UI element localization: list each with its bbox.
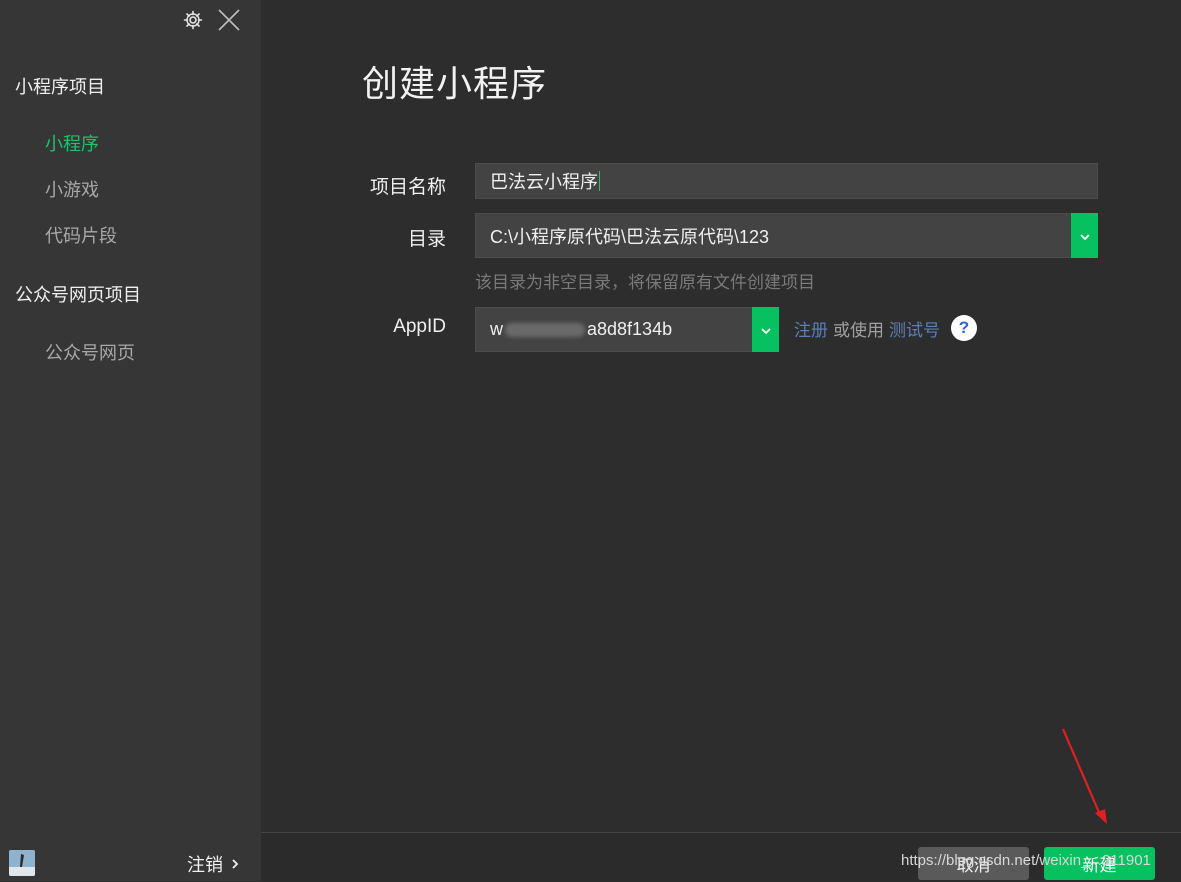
bottom-action-bar: 取消 新建 https://blog.csdn.net/weixin_...21… (261, 832, 1181, 882)
sidebar: 小程序项目 小程序 小游戏 代码片段 公众号网页项目 公众号网页 注销 (0, 0, 261, 881)
directory-select[interactable]: C:\小程序原代码\巴法云原代码\123 (475, 213, 1098, 258)
create-button[interactable]: 新建 (1044, 847, 1155, 880)
avatar[interactable] (9, 850, 35, 876)
logout-button[interactable]: 注销 (187, 851, 239, 877)
help-icon[interactable]: ? (951, 315, 977, 341)
chevron-down-icon (1079, 225, 1091, 246)
directory-value: C:\小程序原代码\巴法云原代码\123 (490, 226, 770, 247)
test-account-link[interactable]: 测试号 (889, 316, 940, 341)
chevron-right-icon (231, 854, 239, 875)
sidebar-item-code-snippet[interactable]: 代码片段 (45, 222, 117, 248)
or-use-text: 或使用 (833, 320, 884, 340)
sidebar-item-minigame[interactable]: 小游戏 (45, 176, 99, 202)
project-name-field[interactable]: 巴法云小程序 (475, 163, 1098, 199)
appid-label: AppID (393, 316, 446, 337)
sidebar-section-official-account: 公众号网页项目 (15, 285, 141, 305)
directory-dropdown-button[interactable] (1071, 213, 1098, 258)
sidebar-item-official-web[interactable]: 公众号网页 (45, 339, 135, 365)
appid-redacted (505, 322, 585, 337)
sidebar-item-miniprogram[interactable]: 小程序 (45, 130, 99, 156)
page-title: 创建小程序 (362, 63, 548, 104)
annotation-arrow (1061, 728, 1107, 824)
text-caret (599, 171, 600, 191)
chevron-down-icon (760, 319, 772, 340)
appid-suffix: a8d8f134b (587, 319, 673, 339)
register-link[interactable]: 注册 (794, 316, 828, 341)
directory-label: 目录 (407, 229, 446, 250)
sidebar-toolbar (183, 8, 241, 32)
appid-links: 注册 或使用 测试号 ? (794, 315, 977, 341)
logout-label: 注销 (187, 855, 223, 875)
sidebar-footer: 注销 (0, 841, 261, 881)
sidebar-section-miniprogram: 小程序项目 (15, 77, 105, 97)
close-icon[interactable] (217, 8, 241, 32)
directory-hint: 该目录为非空目录，将保留原有文件创建项目 (475, 273, 815, 292)
project-name-label: 项目名称 (369, 177, 446, 198)
gear-icon[interactable] (183, 10, 203, 30)
cancel-button[interactable]: 取消 (918, 847, 1029, 880)
project-name-value: 巴法云小程序 (490, 172, 598, 192)
main-panel: 创建小程序 项目名称 巴法云小程序 目录 C:\小程序原代码\巴法云原代码\12… (261, 0, 1181, 882)
appid-prefix: w (490, 319, 503, 339)
appid-dropdown-button[interactable] (752, 307, 779, 352)
appid-select[interactable]: w a8d8f134b (475, 307, 779, 352)
